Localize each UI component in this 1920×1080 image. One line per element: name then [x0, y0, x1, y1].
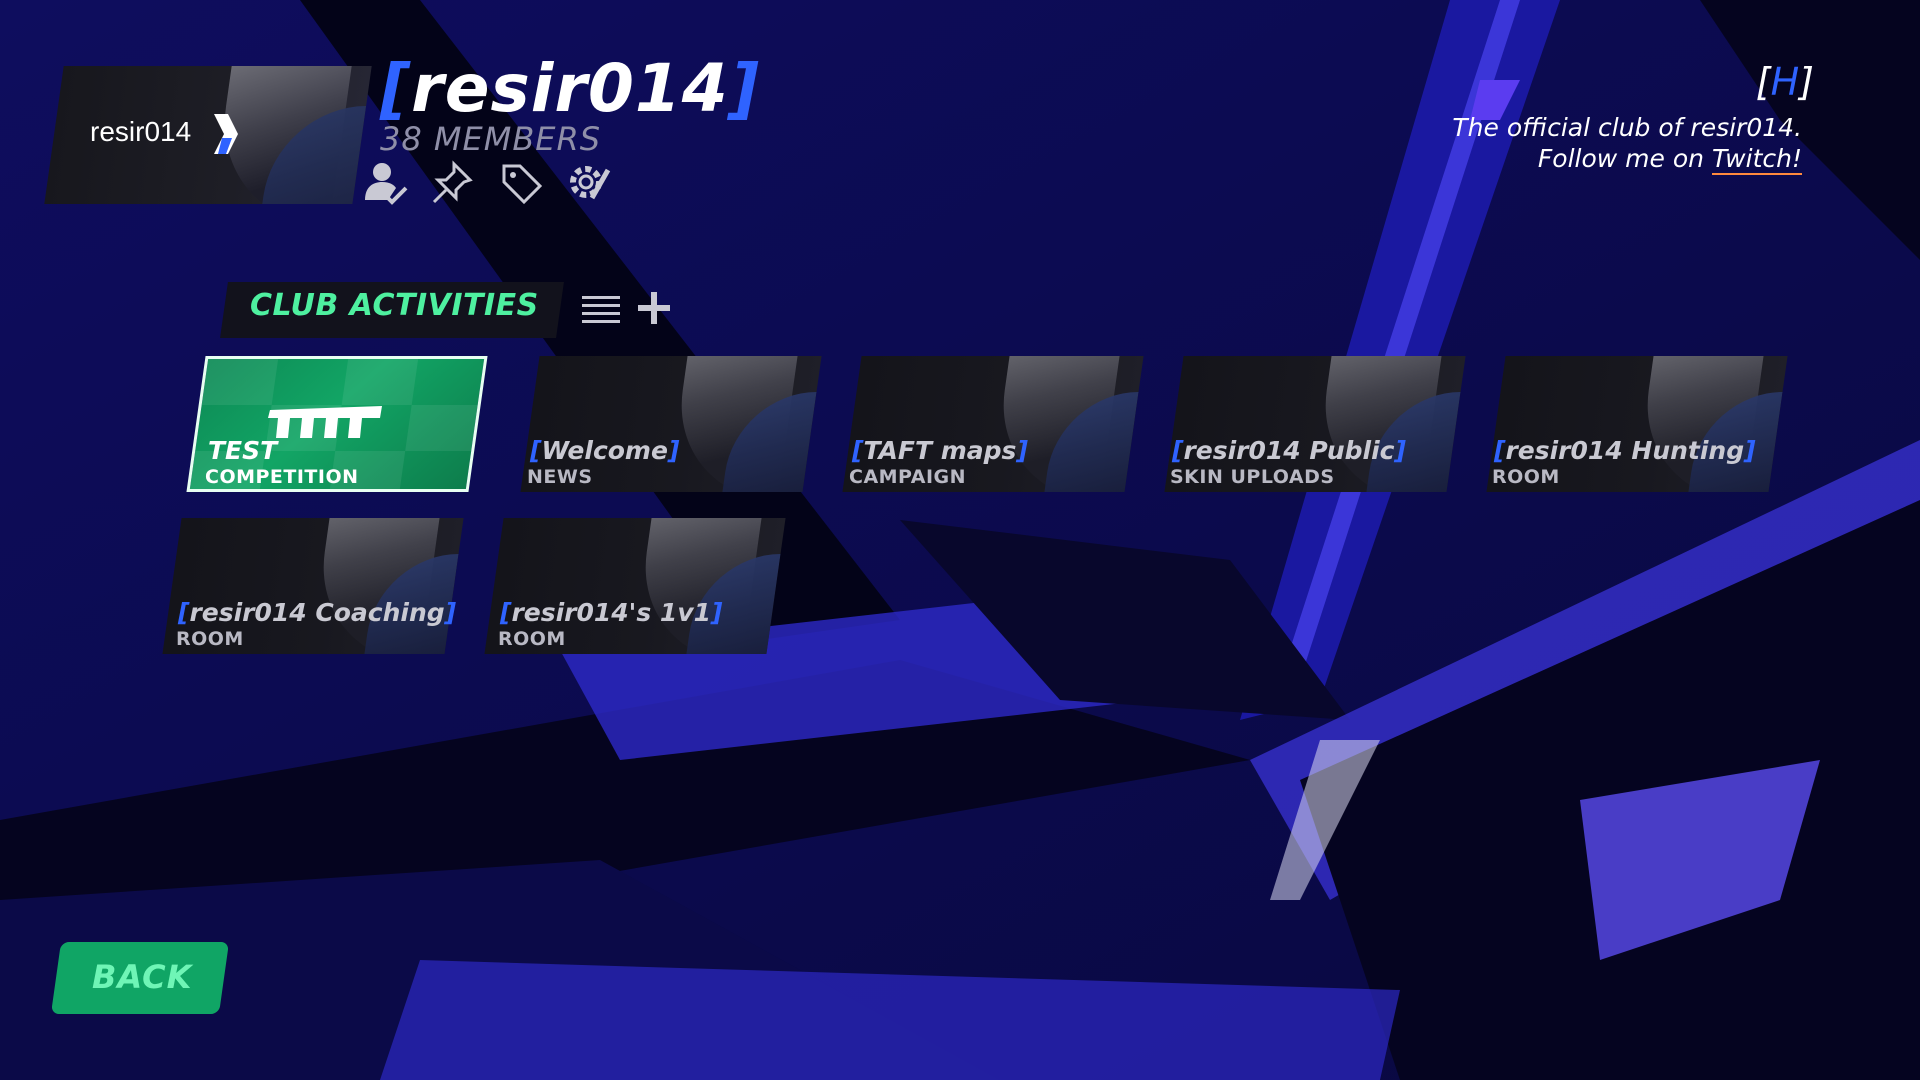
club-description-prefix: Follow me on — [1537, 144, 1712, 173]
activity-title: [resir014's 1v1] — [500, 598, 723, 627]
activity-type: SKIN UPLOADS — [1170, 466, 1335, 488]
club-tag-close: ] — [1799, 60, 1814, 104]
activity-title: TEST — [208, 436, 278, 465]
club-tag-open: [ — [1755, 60, 1771, 104]
twitch-link[interactable]: Twitch! — [1711, 144, 1802, 175]
club-title-bracket-open: [ — [380, 50, 412, 127]
club-actions — [362, 160, 612, 206]
tag-icon[interactable] — [498, 160, 544, 206]
back-button-label: BACK — [92, 958, 193, 996]
pin-icon[interactable] — [430, 160, 476, 206]
user-check-icon[interactable] — [362, 160, 408, 206]
chevron-right-icon — [214, 114, 238, 154]
activity-type: COMPETITION — [205, 466, 359, 488]
activity-type: ROOM — [176, 628, 244, 650]
activity-title: [Welcome] — [530, 436, 680, 465]
activity-title: [resir014 Hunting] — [1494, 436, 1756, 465]
gear-edit-icon[interactable] — [566, 160, 612, 206]
club-badge-name: resir014 — [90, 116, 192, 147]
club-description-line1: The official club of resir014. — [1452, 113, 1802, 142]
activity-title: [TAFT maps] — [852, 436, 1028, 465]
activity-type: ROOM — [1492, 466, 1560, 488]
club-title-text: resir014 — [411, 50, 729, 127]
club-description: The official club of resir014. Follow me… — [1282, 112, 1802, 175]
club-tag: [H] — [1756, 60, 1814, 104]
activity-type: ROOM — [498, 628, 566, 650]
list-icon[interactable] — [582, 294, 620, 326]
plus-icon[interactable] — [636, 290, 672, 326]
trackmania-logo-icon — [268, 406, 382, 438]
activity-type: NEWS — [527, 466, 593, 488]
activity-title: [resir014 Coaching] — [178, 598, 457, 627]
club-tag-letter: H — [1770, 60, 1800, 104]
member-count: 38 MEMBERS — [380, 120, 602, 158]
activity-type: CAMPAIGN — [849, 466, 967, 488]
activity-title: [resir014 Public] — [1172, 436, 1406, 465]
club-title: [resir014] — [380, 50, 760, 127]
activities-title: CLUB ACTIVITIES — [250, 288, 539, 323]
club-description-line2: Follow me on Twitch! — [1282, 143, 1802, 175]
club-title-bracket-close: ] — [728, 50, 760, 127]
